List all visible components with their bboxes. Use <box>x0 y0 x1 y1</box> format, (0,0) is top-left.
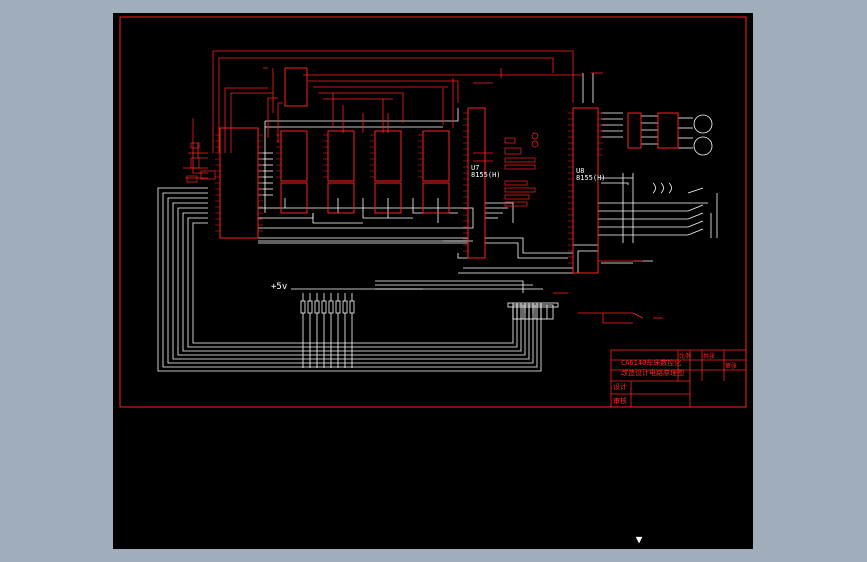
bus-wiring <box>157 73 718 372</box>
stepper-motor-x <box>693 114 713 134</box>
pullup-resistor-bank <box>300 300 355 314</box>
scale-label: 比例 <box>679 352 691 360</box>
circuit-schematic: U7 8155(H) U8 8155(H) +5v CA6140车床数控化 改造… <box>119 16 747 408</box>
drawing-border <box>119 16 747 408</box>
limit-switches <box>652 182 712 238</box>
north-arrow-icon: ▼ <box>635 533 643 546</box>
u7-part-label: 8155(H) <box>471 171 501 179</box>
eprom-chip-2 <box>327 182 355 214</box>
clock-reset-circuit <box>186 118 216 183</box>
stepper-driver-2 <box>657 112 679 149</box>
u7-chip <box>467 107 486 259</box>
latch-chip-2 <box>327 130 355 182</box>
cpu-chip <box>219 127 259 239</box>
supply-label: +5v <box>271 282 287 292</box>
decoder-chip <box>284 67 308 107</box>
eprom-chip-4 <box>422 182 450 214</box>
stepper-motor-z <box>693 136 713 156</box>
u8-part-label: 8155(H) <box>576 174 606 182</box>
stepper-driver-1 <box>627 112 642 149</box>
sheet-number-label: 第张 <box>725 362 737 370</box>
u7-support-components <box>504 132 539 207</box>
pin-ticks <box>215 112 603 264</box>
stepper-motors <box>693 114 713 156</box>
designer-label: 设计 <box>613 382 627 391</box>
reviewer-label: 审核 <box>613 396 627 405</box>
title-line-1: CA6140车床数控化 <box>621 358 681 367</box>
drawing-sheet: U7 8155(H) U8 8155(H) +5v CA6140车床数控化 改造… <box>113 13 753 549</box>
u8-chip <box>572 107 599 274</box>
latch-chip-3 <box>374 130 402 182</box>
chip-bodies <box>219 67 679 274</box>
latch-chip-4 <box>422 130 450 182</box>
sheet-count-label: 共张 <box>703 352 715 360</box>
latch-chip-1 <box>280 130 308 182</box>
title-line-2: 改造设计电路原理图 <box>621 368 684 377</box>
